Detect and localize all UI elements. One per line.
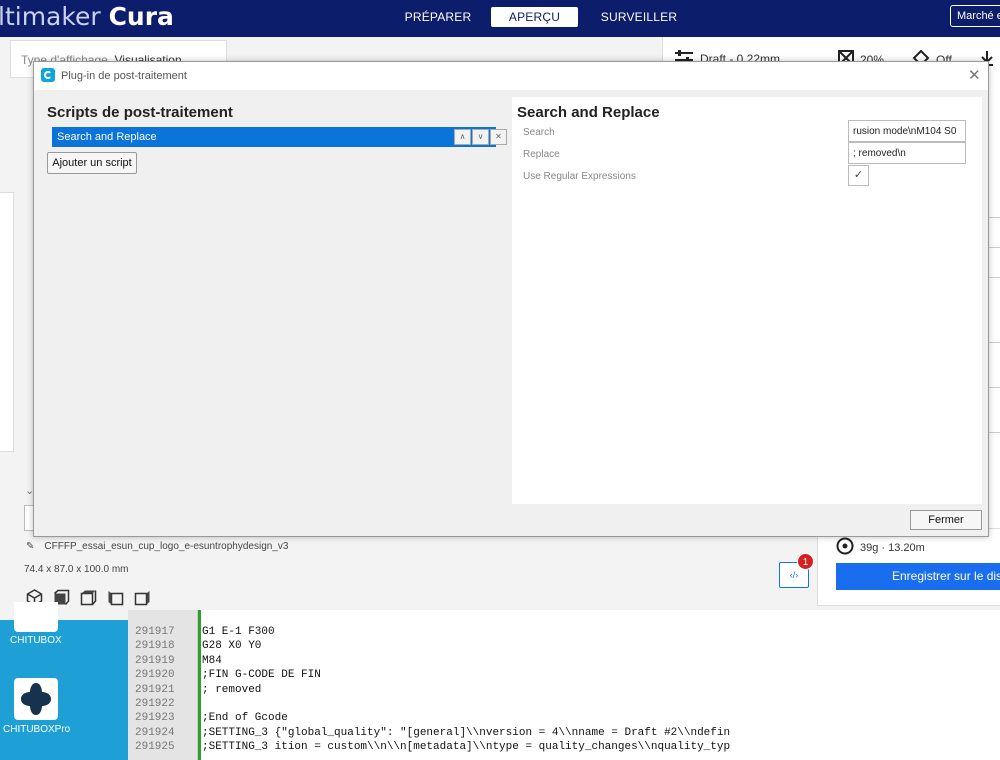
cura-app-icon [41, 68, 55, 82]
notification-badge: 1 [797, 553, 814, 570]
code-line: G1 E-1 F300 [202, 626, 275, 638]
close-icon[interactable]: ✕ [968, 66, 981, 84]
code-line: ;SETTING_3 {"global_quality": "[general]… [202, 726, 731, 739]
view-left-icon[interactable] [107, 589, 124, 606]
pencil-icon[interactable]: ✎ [26, 541, 34, 552]
code-line: ;SETTING_3 ition = custom\\n\\n[metadata… [202, 741, 731, 754]
regex-checkbox[interactable]: ✓ [848, 165, 869, 186]
remove-script-button[interactable]: ✕ [490, 129, 507, 145]
gcode-text-editor[interactable]: 291917 G1 E-1 F300 291918 G28 X0 Y0 291919 M8… [128, 610, 1000, 760]
search-label: Search [523, 127, 555, 138]
print-estimate-text: 39g · 13.20m [860, 541, 925, 554]
view-right-icon[interactable] [134, 589, 151, 606]
chitubox-pro-label: CHITUBOXPro [3, 724, 71, 735]
cura-logo: ltimaker Cura [0, 2, 174, 31]
line-number: 291917 [135, 626, 175, 638]
scripts-heading: Scripts de post-traitement [47, 104, 233, 121]
chitubox-app-icon[interactable] [14, 602, 58, 632]
script-settings-title: Search and Replace [517, 104, 660, 121]
tab-preparer[interactable]: PRÉPARER [397, 7, 479, 27]
post-processing-dialog: Plug-in de post-traitement ✕ Scripts de … [33, 61, 989, 537]
script-list-item[interactable]: Search and Replace ∧ ∨ ✕ [52, 127, 507, 147]
chitubox-desktop-sidebar: CHITUBOX CHITUBOXPro [0, 602, 128, 760]
add-script-button[interactable]: Ajouter un script [47, 152, 137, 174]
line-number: 291922 [135, 698, 175, 710]
line-number: 291918 [135, 640, 175, 653]
cura-header: ltimaker Cura PRÉPARER APERÇU SURVEILLER… [0, 0, 1000, 37]
object-dimensions: 74.4 x 87.0 x 100.0 mm [24, 564, 129, 575]
line-number: 291925 [135, 741, 175, 754]
line-number: 291924 [135, 726, 175, 739]
script-settings-panel: Search and Replace Search rusion mode\nM… [512, 97, 982, 504]
view-top-icon[interactable] [80, 589, 97, 606]
object-info: ✎ CFFFP_essai_esun_cup_logo_e-esuntrophy… [26, 541, 288, 552]
settings-panel-edge [988, 97, 1000, 547]
print-estimate: 39g · 13.20m [836, 537, 925, 558]
line-number: 291923 [135, 712, 175, 725]
tab-apercu[interactable]: APERÇU [491, 7, 578, 27]
change-indicator [198, 610, 201, 760]
move-up-button[interactable]: ∧ [454, 129, 471, 145]
chitubox-pro-app-icon[interactable] [14, 678, 58, 720]
line-number: 291919 [135, 654, 175, 667]
tab-surveiller[interactable]: SURVEILLER [594, 7, 684, 27]
code-line: M84 [202, 654, 222, 667]
code-line: ; removed [202, 683, 262, 696]
dialog-titlebar[interactable]: Plug-in de post-traitement ✕ [34, 62, 988, 90]
code-line: G28 X0 Y0 [202, 640, 262, 653]
replace-input[interactable]: ; removed\n [848, 142, 966, 164]
line-number: 291921 [135, 683, 175, 696]
code-line: ;FIN G-CODE DE FIN [202, 669, 321, 682]
move-down-button[interactable]: ∨ [472, 129, 489, 145]
chitubox-label: CHITUBOX [10, 635, 62, 646]
left-panel [0, 192, 14, 452]
save-to-disk-button[interactable]: Enregistrer sur le dis [836, 563, 1000, 590]
replace-label: Replace [523, 149, 560, 160]
dialog-title: Plug-in de post-traitement [61, 70, 187, 82]
regex-label: Use Regular Expressions [523, 171, 636, 182]
code-line: ;End of Gcode [202, 712, 288, 725]
script-name: Search and Replace [57, 131, 157, 143]
spool-icon [836, 537, 854, 558]
close-button[interactable]: Fermer [910, 510, 982, 530]
object-name: CFFFP_essai_esun_cup_logo_e-esuntrophyde… [44, 541, 289, 552]
search-input[interactable]: rusion mode\nM104 S0 [848, 120, 966, 142]
line-number: 291920 [135, 669, 175, 682]
marketplace-button[interactable]: Marché e [950, 5, 1000, 27]
